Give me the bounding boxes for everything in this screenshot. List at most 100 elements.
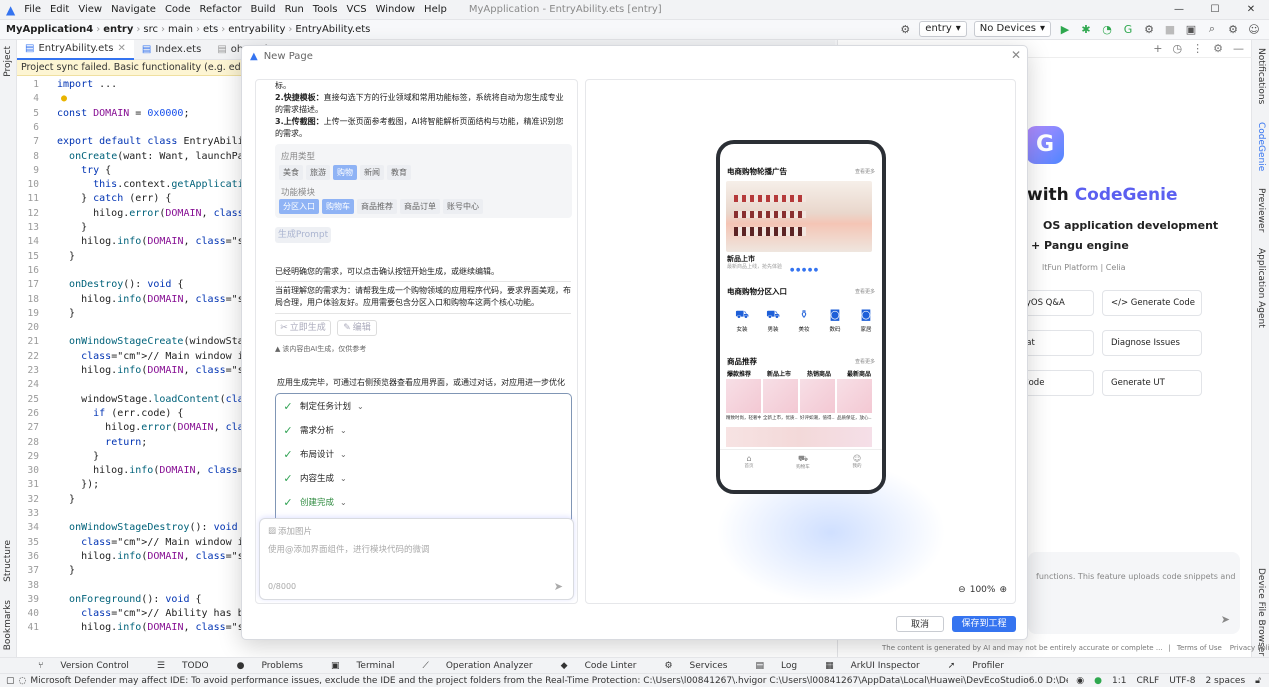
breadcrumb-ets[interactable]: ets [203,24,218,35]
breadcrumb-file[interactable]: EntryAbility.ets [295,24,370,35]
product-card[interactable]: 精致时尚，轻奢中 [726,379,761,425]
close-icon[interactable]: ✕ [1233,0,1269,20]
code-line[interactable]: import ... [57,79,117,90]
category-2[interactable]: ⚱ 美妆 [792,308,816,333]
history-icon[interactable]: ◷ [1173,42,1183,55]
app-type-tag-1[interactable]: 旅游 [306,165,330,180]
device-dropdown[interactable]: No Devices ▾ [973,21,1051,37]
nav-item-1[interactable]: ⛟ 购物车 [788,454,818,470]
feature-tag-2[interactable]: 商品推荐 [357,199,397,214]
search-icon[interactable]: ⌕ [1205,22,1219,36]
nav-item-0[interactable]: ⌂ 首页 [734,454,764,469]
add-image-button[interactable]: ▨ 添加图片 [268,525,312,537]
encoding[interactable]: UTF-8 [1169,676,1195,686]
code-line[interactable]: } catch (err) { [57,193,171,204]
code-line[interactable]: onWindowStageDestroy(): void { [57,522,250,533]
privacy-link[interactable]: Privacy Policy [1230,644,1269,652]
minimize-icon[interactable]: — [1161,0,1197,20]
tab-entryability[interactable]: ▤ EntryAbility.ets ✕ [17,39,134,60]
generate-prompt-button[interactable]: 生成Prompt [275,227,331,243]
step-4[interactable]: ✓ 创建完成 ⌄ [282,496,346,509]
recommend-tab-2[interactable]: 热销商品 [807,369,831,378]
chat-input-box[interactable]: ▨ 添加图片 使用@添加界面组件，进行模块代码的微调 0/8000 ➤ [259,518,574,600]
feature-tag-0[interactable]: 分区入口 [279,199,319,214]
recommend-tab-1[interactable]: 新品上市 [767,369,791,378]
product-card[interactable]: 全新上市，优质... [763,379,798,425]
notifications-tool-button[interactable]: Notifications [1256,48,1266,104]
menu-file[interactable]: File [24,4,41,15]
indent[interactable]: 2 spaces [1205,676,1245,686]
tool-todo[interactable]: ☰ TODO [143,661,209,671]
breadcrumb-project[interactable]: MyApplication4 [6,24,93,35]
nav-item-2[interactable]: ☺ 我的 [842,454,872,469]
recommend-tab-3[interactable]: 最新商品 [847,369,871,378]
menu-tools[interactable]: Tools [313,4,338,15]
menu-help[interactable]: Help [424,4,447,15]
code-line[interactable]: } [57,251,75,262]
zoom-in-icon[interactable]: ⊕ [999,585,1007,595]
feature-tag-4[interactable]: 账号中心 [443,199,483,214]
menu-window[interactable]: Window [376,4,415,15]
previewer-tool-button[interactable]: Previewer [1256,188,1266,232]
recommend-tab-0[interactable]: 爆款推荐 [727,369,751,378]
code-line[interactable]: return; [57,437,147,448]
codegenie-status-icon[interactable]: ◉ [1076,676,1084,686]
minimize-panel-icon[interactable]: — [1233,42,1244,55]
terms-link[interactable]: Terms of Use [1177,644,1222,652]
send-icon[interactable]: ➤ [554,580,563,593]
send-icon[interactable]: ➤ [1221,613,1230,626]
tool-log[interactable]: ▤ Log [741,661,797,671]
profile-icon[interactable]: ◔ [1100,22,1114,36]
code-line[interactable]: if (err.code) { [57,408,183,419]
bookmarks-tool-button[interactable]: Bookmarks [3,600,13,650]
step-2[interactable]: ✓ 布局设计 ⌄ [282,448,346,461]
category-1[interactable]: ⛟ 男装 [761,308,785,333]
tool-operation-analyzer[interactable]: ⟋ Operation Analyzer [409,661,533,671]
category-4[interactable]: ◙ 家居 [854,308,878,333]
codegenie-action-3[interactable]: Diagnose Issues [1102,330,1202,356]
menu-build[interactable]: Build [251,4,276,15]
project-tool-button[interactable]: Project [3,46,13,77]
menu-navigate[interactable]: Navigate [111,4,156,15]
line-ending[interactable]: CRLF [1136,676,1159,686]
generate-now-button[interactable]: ✂ 立即生成 [275,320,331,336]
code-line[interactable]: } [57,308,75,319]
code-line[interactable]: onForeground(): void { [57,594,201,605]
menu-code[interactable]: Code [165,4,191,15]
account-icon[interactable]: ☺ [1247,22,1261,36]
edit-button[interactable]: ✎ 编辑 [337,320,377,336]
app-type-tag-0[interactable]: 美食 [279,165,303,180]
codegenie-action-1[interactable]: </> Generate Code [1102,290,1202,316]
breadcrumb-main[interactable]: main [168,24,193,35]
lightbulb-icon[interactable]: ● [61,93,67,104]
code-line[interactable]: this.context.getApplicationCo [57,179,268,190]
app-type-tag-3[interactable]: 新闻 [360,165,384,180]
step-0[interactable]: ✓ 制定任务计划 ⌄ [282,400,363,413]
codegenie-tool-button[interactable]: CodeGenie [1256,122,1266,171]
code-line[interactable]: } [57,451,99,462]
code-line[interactable]: export default class EntryAbility e [57,136,268,147]
application-agent-tool-button[interactable]: Application Agent [1256,248,1266,328]
tool-terminal[interactable]: ▣ Terminal [317,661,395,671]
code-line[interactable]: onDestroy(): void { [57,279,183,290]
run-config-dropdown[interactable]: entry ▾ [919,21,967,37]
save-to-project-button[interactable]: 保存到工程 [952,616,1016,632]
menu-edit[interactable]: Edit [50,4,69,15]
code-line[interactable]: }); [57,479,99,490]
structure-tool-button[interactable]: Structure [3,540,13,582]
rerun-icon[interactable]: G [1121,22,1135,36]
menu-vcs[interactable]: VCS [346,4,366,15]
app-type-tag-2[interactable]: 购物 [333,165,357,180]
product-card[interactable]: 品质保证，放心... [837,379,872,425]
attach-icon[interactable]: ⚙ [1142,22,1156,36]
tab-index[interactable]: ▤ Index.ets [134,40,209,60]
add-icon[interactable]: + [1153,42,1162,55]
zoom-out-icon[interactable]: ⊖ [958,585,966,595]
cancel-button[interactable]: 取消 [896,616,944,632]
settings-icon[interactable]: ⚙ [1226,22,1240,36]
app-type-tag-4[interactable]: 教育 [387,165,411,180]
breadcrumb-entryability[interactable]: entryability [228,24,285,35]
tool-version-control[interactable]: ⑂ Version Control [24,661,129,671]
debug-icon[interactable]: ✱ [1079,22,1093,36]
menu-refactor[interactable]: Refactor [200,4,242,15]
